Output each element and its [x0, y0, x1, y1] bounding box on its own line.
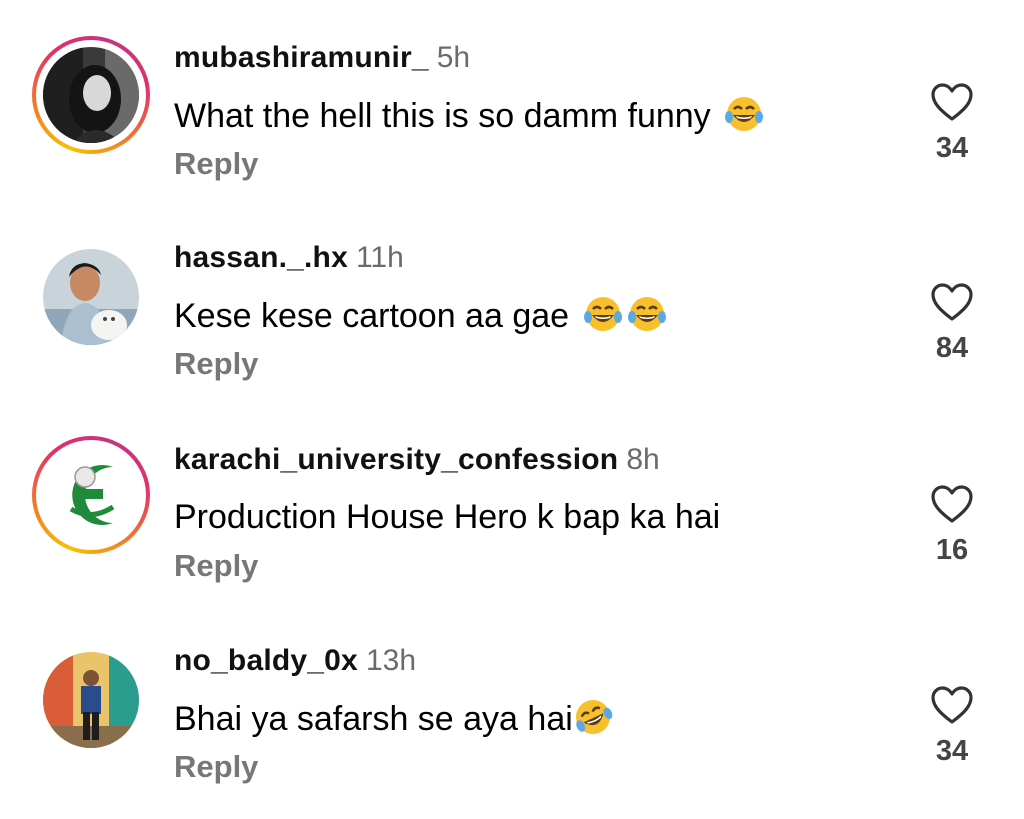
comment-item: mubashiramunir_ 5h What the hell this is …	[0, 0, 1024, 200]
like-control: 84	[924, 282, 980, 365]
reply-button[interactable]: Reply	[174, 145, 258, 183]
timestamp: 5h	[436, 41, 471, 74]
avatar-wrap[interactable]	[32, 641, 150, 759]
comment-body: Bhai ya safarsh se aya hai	[174, 700, 573, 738]
avatar	[43, 447, 139, 543]
like-count: 34	[935, 735, 969, 767]
comment-body: Production House Hero k bap ka hai	[174, 498, 721, 536]
like-count: 84	[935, 332, 969, 364]
avatar-story-ring[interactable]	[32, 436, 150, 554]
comment-item: karachi_university_confession 8h Producti…	[0, 402, 1024, 602]
rofl-emoji-icon	[575, 700, 613, 734]
comment-header: karachi_university_confession 8h	[174, 442, 660, 478]
username[interactable]: no_baldy_0x	[174, 644, 358, 677]
comment-text: Bhai ya safarsh se aya hai	[174, 698, 613, 739]
comment-item: hassan._.hx 11h Kese kese cartoon aa gae …	[0, 200, 1024, 400]
comment-text: What the hell this is so damm funny	[174, 95, 764, 136]
avatar	[43, 47, 139, 143]
comment-header: hassan._.hx 11h	[174, 240, 404, 276]
comment-item: no_baldy_0x 13h Bhai ya safarsh se aya ha…	[0, 603, 1024, 803]
timestamp: 8h	[626, 443, 660, 476]
comment-header: mubashiramunir_ 5h	[174, 40, 470, 76]
avatar-story-ring[interactable]	[32, 36, 150, 154]
username[interactable]: hassan._.hx	[174, 241, 348, 274]
like-control: 34	[924, 82, 980, 165]
comment-text: Production House Hero k bap ka hai	[174, 497, 720, 537]
comment-body: Kese kese cartoon aa gae	[174, 297, 570, 335]
reply-button[interactable]: Reply	[174, 547, 258, 585]
timestamp: 13h	[365, 644, 417, 677]
joy-emoji-icon	[725, 97, 764, 131]
avatar-wrap[interactable]	[32, 238, 150, 356]
heart-icon[interactable]	[930, 82, 974, 122]
like-count: 16	[935, 534, 969, 566]
joy-emoji-icon	[583, 297, 622, 331]
comment-header: no_baldy_0x 13h	[174, 643, 416, 679]
heart-icon[interactable]	[930, 484, 974, 524]
heart-icon[interactable]	[930, 282, 974, 322]
timestamp: 11h	[355, 241, 404, 274]
avatar	[43, 249, 139, 345]
like-count: 34	[935, 132, 969, 164]
reply-button[interactable]: Reply	[174, 345, 258, 383]
username[interactable]: mubashiramunir_	[174, 41, 429, 74]
heart-icon[interactable]	[930, 685, 974, 725]
username[interactable]: karachi_university_confession	[174, 443, 618, 476]
like-control: 16	[924, 484, 980, 567]
comment-body: What the hell this is so damm funny	[174, 97, 711, 135]
avatar	[43, 652, 139, 748]
joy-emoji-icon	[627, 297, 666, 331]
comment-text: Kese kese cartoon aa gae	[174, 295, 667, 336]
reply-button[interactable]: Reply	[174, 748, 258, 786]
like-control: 34	[924, 685, 980, 768]
